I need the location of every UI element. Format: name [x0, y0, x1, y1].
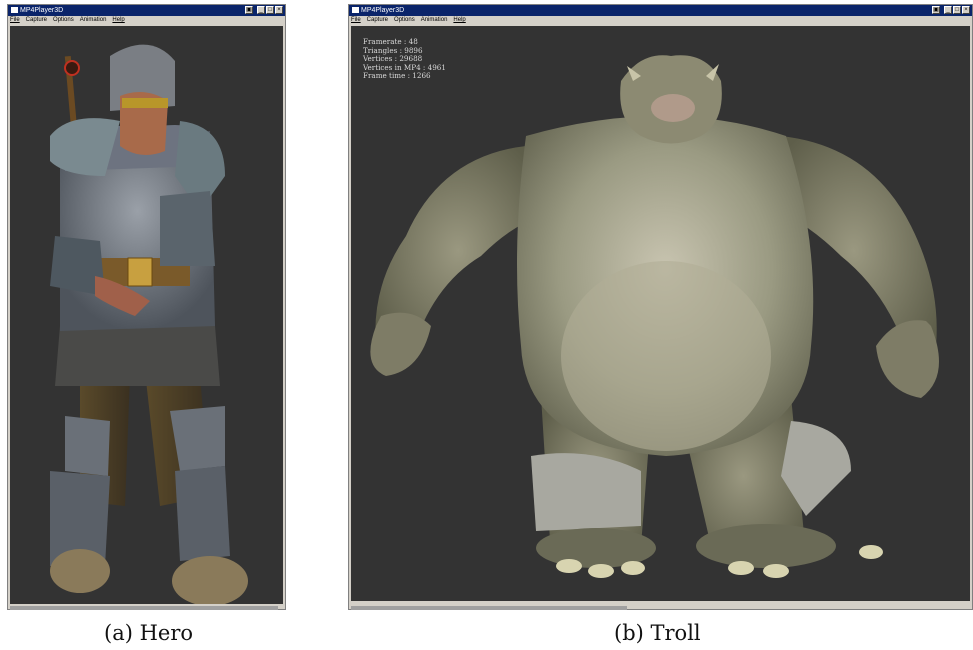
minimize-icon[interactable]: _ [944, 6, 952, 14]
close-icon[interactable]: × [962, 6, 970, 14]
caption-troll: (b) Troll [614, 621, 701, 645]
troll-model [370, 55, 939, 578]
menu-help[interactable]: Help [453, 16, 465, 25]
hero-model [50, 44, 248, 604]
3d-viewport[interactable]: Framerate : 48 Triangles : 9896 Vertices… [351, 26, 970, 601]
restore-icon[interactable]: ▣ [245, 6, 253, 14]
restore-icon[interactable]: ▣ [932, 6, 940, 14]
window-title: MP4Player3D [361, 7, 405, 14]
caption-hero: (a) Hero [104, 621, 194, 645]
maximize-icon[interactable]: □ [953, 6, 961, 14]
horizontal-scrollbar[interactable] [10, 606, 278, 610]
stat-frame-time: Frame time : 1266 [363, 71, 431, 81]
window-title: MP4Player3D [20, 7, 64, 14]
stats-overlay: Framerate : 48 Triangles : 9896 Vertices… [363, 37, 446, 81]
menu-options[interactable]: Options [53, 16, 74, 25]
maximize-icon[interactable]: □ [266, 6, 274, 14]
menu-animation[interactable]: Animation [421, 16, 448, 25]
3d-viewport[interactable] [10, 26, 283, 604]
troll-window: MP4Player3D ▣ _ □ × File Capture Options… [348, 4, 973, 610]
horizontal-scrollbar[interactable] [351, 606, 627, 610]
menu-capture[interactable]: Capture [367, 16, 388, 25]
menu-help[interactable]: Help [112, 16, 124, 25]
close-icon[interactable]: × [275, 6, 283, 14]
menu-file[interactable]: File [10, 16, 20, 25]
menu-bar: File Capture Options Animation Help [8, 16, 285, 25]
menu-capture[interactable]: Capture [26, 16, 47, 25]
minimize-icon[interactable]: _ [257, 6, 265, 14]
menu-file[interactable]: File [351, 16, 361, 25]
title-bar[interactable]: MP4Player3D ▣ _ □ × [349, 5, 972, 16]
hero-window: MP4Player3D ▣ _ □ × File Capture Options… [7, 4, 286, 610]
menu-options[interactable]: Options [394, 16, 415, 25]
title-bar[interactable]: MP4Player3D ▣ _ □ × [8, 5, 285, 16]
app-icon [11, 7, 18, 13]
menu-animation[interactable]: Animation [80, 16, 107, 25]
menu-bar: File Capture Options Animation Help [349, 16, 972, 25]
app-icon [352, 7, 359, 13]
